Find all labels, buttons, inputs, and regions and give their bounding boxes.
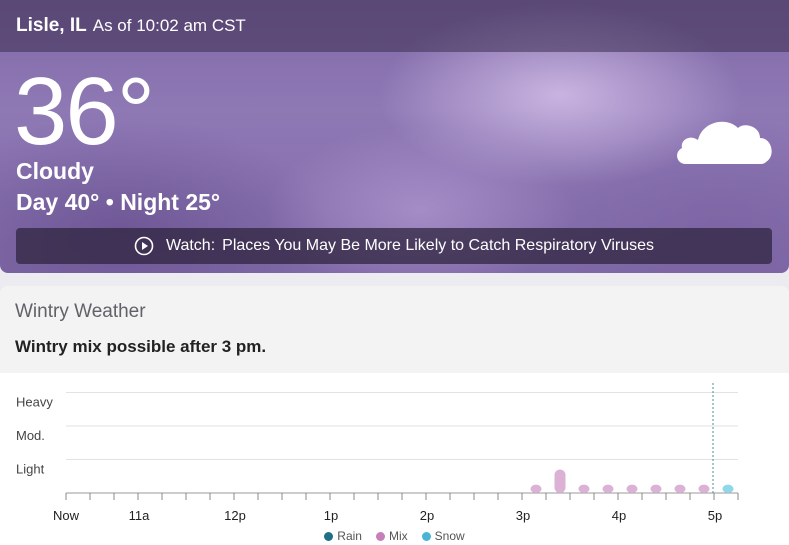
x-label-2p: 2p [420, 508, 434, 523]
x-label-4p: 4p [612, 508, 626, 523]
cloud-icon [672, 112, 776, 173]
bar-mix [578, 484, 590, 493]
wintry-title: Wintry Weather [15, 301, 146, 322]
watch-video-link[interactable]: Watch: Places You May Be More Likely to … [16, 228, 772, 264]
legend-snow: Snow [421, 529, 465, 543]
legend-mix-dot [375, 531, 385, 541]
bar-mix [650, 484, 662, 493]
location-name[interactable]: Lisle, IL [16, 15, 87, 37]
legend-snow-dot [421, 531, 431, 541]
x-label-11a: 11a [129, 508, 150, 523]
legend-mix-label: Mix [388, 529, 408, 543]
bar-mix [626, 484, 638, 493]
legend-rain: Rain [324, 529, 362, 543]
current-conditions-card: Lisle, IL As of 10:02 am CST 36° Cloudy … [0, 0, 789, 273]
bar-snow [722, 484, 734, 493]
y-label-light: Light [16, 462, 45, 477]
wintry-description: Wintry mix possible after 3 pm. [15, 337, 267, 356]
precip-chart: Light Mod. Heavy Now 11a 12p 1p 2p 3p 4p 5p [16, 383, 739, 523]
wintry-header: Wintry Weather Wintry mix possible after… [0, 286, 789, 373]
x-label-1p: 1p [324, 508, 338, 523]
chart-legend: Rain Mix Snow [0, 529, 789, 543]
wintry-weather-card: Wintry Weather Wintry mix possible after… [0, 286, 789, 545]
bar-mix [530, 484, 542, 493]
as-of-time: As of 10:02 am CST [92, 16, 246, 35]
location-header: Lisle, IL As of 10:02 am CST [0, 0, 789, 52]
play-circle-icon [134, 236, 154, 256]
bar-mix [602, 484, 614, 493]
watch-prefix: Watch: [165, 237, 216, 254]
current-temperature: 36° [14, 58, 155, 165]
day-night-temps: Day 40° • Night 25° [16, 189, 221, 215]
legend-snow-label: Snow [434, 529, 465, 543]
x-label-12p: 12p [224, 508, 246, 523]
x-label-now: Now [53, 508, 80, 523]
bar-mix [698, 484, 710, 493]
y-label-heavy: Heavy [16, 395, 53, 410]
watch-title: Places You May Be More Likely to Catch R… [222, 237, 655, 254]
legend-rain-label: Rain [337, 529, 362, 543]
weather-phrase: Cloudy [16, 158, 94, 184]
y-label-mod: Mod. [16, 428, 45, 443]
bar-mix [554, 469, 566, 493]
bar-mix [674, 484, 686, 493]
x-label-3p: 3p [516, 508, 530, 523]
legend-mix: Mix [375, 529, 408, 543]
legend-rain-dot [324, 531, 334, 541]
x-label-5p: 5p [708, 508, 722, 523]
